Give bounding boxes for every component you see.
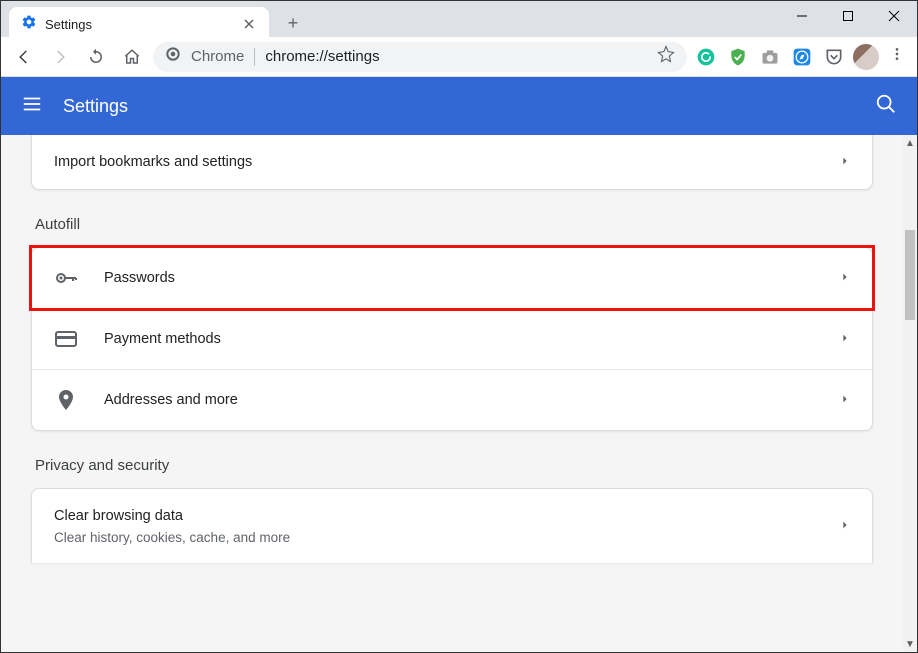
import-bookmarks-row[interactable]: Import bookmarks and settings: [32, 135, 872, 189]
address-bar[interactable]: Chrome chrome://settings: [153, 42, 687, 72]
chevron-right-icon: [840, 517, 850, 535]
chevron-right-icon: [840, 153, 850, 171]
addresses-row[interactable]: Addresses and more: [32, 369, 872, 430]
scroll-thumb[interactable]: [905, 230, 915, 320]
clear-browsing-data-row[interactable]: Clear browsing data Clear history, cooki…: [32, 489, 872, 563]
browser-menu-button[interactable]: [885, 42, 909, 71]
scroll-up-arrow[interactable]: ▲: [903, 135, 917, 151]
passwords-row[interactable]: Passwords: [29, 245, 875, 311]
chevron-right-icon: [840, 330, 850, 348]
browser-tab[interactable]: Settings: [9, 7, 269, 41]
chevron-right-icon: [840, 391, 850, 409]
autofill-card: Passwords Payment methods Addresses and: [31, 247, 873, 431]
privacy-card: Clear browsing data Clear history, cooki…: [31, 488, 873, 563]
settings-content: Import bookmarks and settings Autofill P…: [1, 135, 903, 652]
profile-avatar[interactable]: [853, 44, 879, 70]
shield-extension-icon[interactable]: [725, 44, 751, 70]
scroll-down-arrow[interactable]: ▼: [903, 636, 917, 652]
browser-toolbar: Chrome chrome://settings: [1, 37, 917, 77]
url-prefix: Chrome: [191, 48, 244, 65]
row-label: Addresses and more: [104, 392, 840, 408]
compass-extension-icon[interactable]: [789, 44, 815, 70]
site-info-icon[interactable]: [165, 46, 181, 67]
chevron-right-icon: [840, 269, 850, 287]
home-button[interactable]: [117, 42, 147, 72]
appbar-title: Settings: [63, 96, 128, 117]
search-icon[interactable]: [875, 93, 897, 120]
gear-icon: [21, 14, 37, 35]
new-tab-button[interactable]: +: [279, 9, 307, 37]
reload-button[interactable]: [81, 42, 111, 72]
forward-button[interactable]: [45, 42, 75, 72]
grammarly-extension-icon[interactable]: [693, 44, 719, 70]
payment-methods-row[interactable]: Payment methods: [32, 308, 872, 369]
credit-card-icon: [54, 327, 78, 351]
camera-extension-icon[interactable]: [757, 44, 783, 70]
row-label: Import bookmarks and settings: [54, 154, 840, 170]
row-sublabel: Clear history, cookies, cache, and more: [54, 530, 840, 545]
pocket-extension-icon[interactable]: [821, 44, 847, 70]
privacy-section-title: Privacy and security: [35, 457, 869, 474]
window-controls: [779, 1, 917, 31]
close-window-button[interactable]: [871, 1, 917, 31]
url-path: chrome://settings: [265, 48, 379, 65]
url-divider: [254, 48, 255, 66]
location-pin-icon: [54, 388, 78, 412]
autofill-section-title: Autofill: [35, 216, 869, 233]
row-label: Clear browsing data: [54, 507, 840, 526]
tab-title: Settings: [45, 17, 241, 32]
key-icon: [54, 266, 78, 290]
titlebar: Settings +: [1, 1, 917, 37]
close-tab-icon[interactable]: [241, 16, 257, 32]
minimize-button[interactable]: [779, 1, 825, 31]
maximize-button[interactable]: [825, 1, 871, 31]
settings-appbar: Settings: [1, 77, 917, 135]
row-label: Passwords: [104, 270, 840, 286]
back-button[interactable]: [9, 42, 39, 72]
bookmark-star-icon[interactable]: [657, 45, 675, 68]
import-card: Import bookmarks and settings: [31, 135, 873, 190]
menu-icon[interactable]: [21, 93, 43, 120]
vertical-scrollbar[interactable]: ▲ ▼: [903, 135, 917, 652]
row-label: Payment methods: [104, 331, 840, 347]
